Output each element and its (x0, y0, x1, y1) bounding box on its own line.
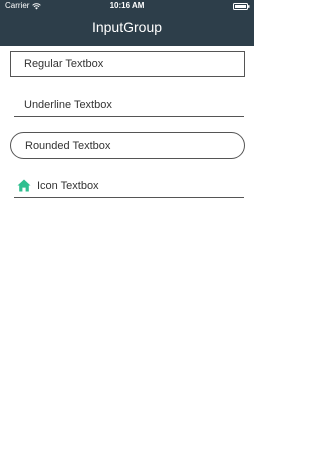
battery-icon (233, 3, 250, 10)
app-screen: Carrier 10:16 AM InputGroup (0, 0, 254, 452)
status-bar: Carrier 10:16 AM (0, 0, 254, 12)
icon-textbox-input[interactable] (37, 179, 244, 192)
page-title: InputGroup (91, 19, 163, 35)
status-time: 10:16 AM (109, 1, 145, 10)
regular-textbox-input[interactable] (24, 58, 244, 70)
icon-textbox[interactable] (14, 174, 244, 198)
nav-header: Carrier 10:16 AM InputGroup (0, 0, 254, 46)
underline-textbox[interactable] (14, 93, 244, 117)
rounded-textbox[interactable] (10, 132, 245, 159)
rounded-textbox-input[interactable] (25, 139, 244, 152)
regular-textbox[interactable] (10, 51, 245, 77)
home-icon (17, 179, 31, 192)
underline-textbox-input[interactable] (24, 98, 244, 111)
